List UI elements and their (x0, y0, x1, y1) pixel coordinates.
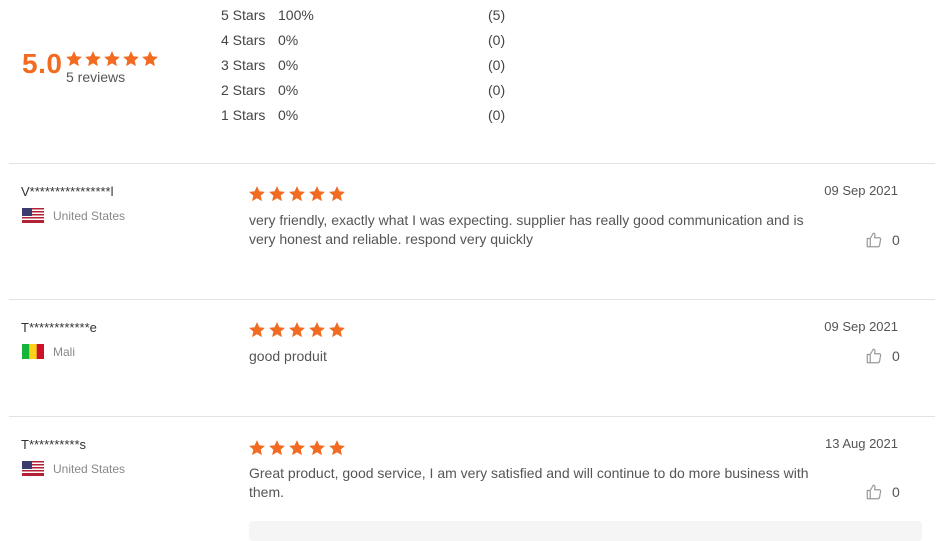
star-level-label: 3 Stars (221, 57, 266, 73)
star-icon (328, 321, 346, 339)
star-icon (328, 439, 346, 457)
country-name: Mali (53, 344, 76, 359)
star-level-count: (0) (488, 32, 506, 48)
star-icon (122, 50, 140, 68)
star-level-count: (5) (488, 7, 506, 23)
reviewer-name: T************e (21, 320, 97, 335)
star-level-percent: 0% (278, 57, 299, 73)
star-icon (328, 185, 346, 203)
star-level-count: (0) (488, 107, 506, 123)
review-date: 09 Sep 2021 (824, 319, 898, 334)
star-level-percent: 0% (278, 107, 299, 123)
reviewer-name: T**********s (21, 437, 87, 452)
reviewer-country: United States (22, 208, 125, 223)
star-level-count: (0) (488, 82, 506, 98)
reviewer-name: V****************l (21, 184, 114, 199)
review-stars (248, 321, 346, 339)
helpful-count: 0 (892, 348, 900, 364)
review-stars (248, 185, 346, 203)
helpful-button[interactable]: 0 (865, 483, 900, 501)
star-icon (248, 439, 266, 457)
reviewer-country: Mali (22, 344, 75, 359)
star-level-percent: 100% (278, 7, 314, 23)
review-text: Great product, good service, I am very s… (249, 465, 809, 500)
us-flag-icon (22, 208, 44, 223)
thumbs-up-icon (865, 347, 883, 365)
supplier-reply-box (249, 521, 922, 541)
star-icon (141, 50, 159, 68)
review-text: good produit (249, 348, 327, 364)
review-date: 13 Aug 2021 (824, 436, 898, 451)
star-icon (268, 321, 286, 339)
review-item: T**********s United States Great product… (0, 417, 952, 534)
country-name: United States (53, 208, 126, 223)
star-icon (308, 185, 326, 203)
review-date: 09 Sep 2021 (824, 183, 898, 198)
star-level-label: 2 Stars (221, 82, 266, 98)
star-level-label: 4 Stars (221, 32, 266, 48)
star-icon (65, 50, 83, 68)
helpful-count: 0 (892, 484, 900, 500)
helpful-button[interactable]: 0 (865, 347, 900, 365)
star-level-label: 5 Stars (221, 7, 266, 23)
star-icon (288, 439, 306, 457)
country-name: United States (53, 461, 126, 476)
star-icon (308, 439, 326, 457)
mali-flag-icon (22, 344, 44, 359)
star-icon (248, 185, 266, 203)
us-flag-icon (22, 461, 44, 476)
star-icon (288, 185, 306, 203)
star-icon (308, 321, 326, 339)
star-icon (268, 185, 286, 203)
star-level-label: 1 Stars (221, 107, 266, 123)
helpful-count: 0 (892, 232, 900, 248)
star-icon (103, 50, 121, 68)
review-text: very friendly, exactly what I was expect… (249, 212, 804, 247)
star-icon (268, 439, 286, 457)
rating-score: 5.0 (22, 48, 63, 79)
review-stars (248, 439, 346, 457)
star-icon (84, 50, 102, 68)
summary-stars (65, 50, 159, 68)
star-level-count: (0) (488, 57, 506, 73)
thumbs-up-icon (865, 483, 883, 501)
thumbs-up-icon (865, 231, 883, 249)
review-count: 5 reviews (66, 69, 126, 85)
star-level-percent: 0% (278, 82, 299, 98)
helpful-button[interactable]: 0 (865, 231, 900, 249)
review-item: V****************l United States very fr… (0, 164, 952, 299)
reviewer-country: United States (22, 461, 125, 476)
star-level-percent: 0% (278, 32, 299, 48)
star-icon (248, 321, 266, 339)
star-icon (288, 321, 306, 339)
review-item: T************e Mali good produit 09 Sep … (0, 300, 952, 416)
